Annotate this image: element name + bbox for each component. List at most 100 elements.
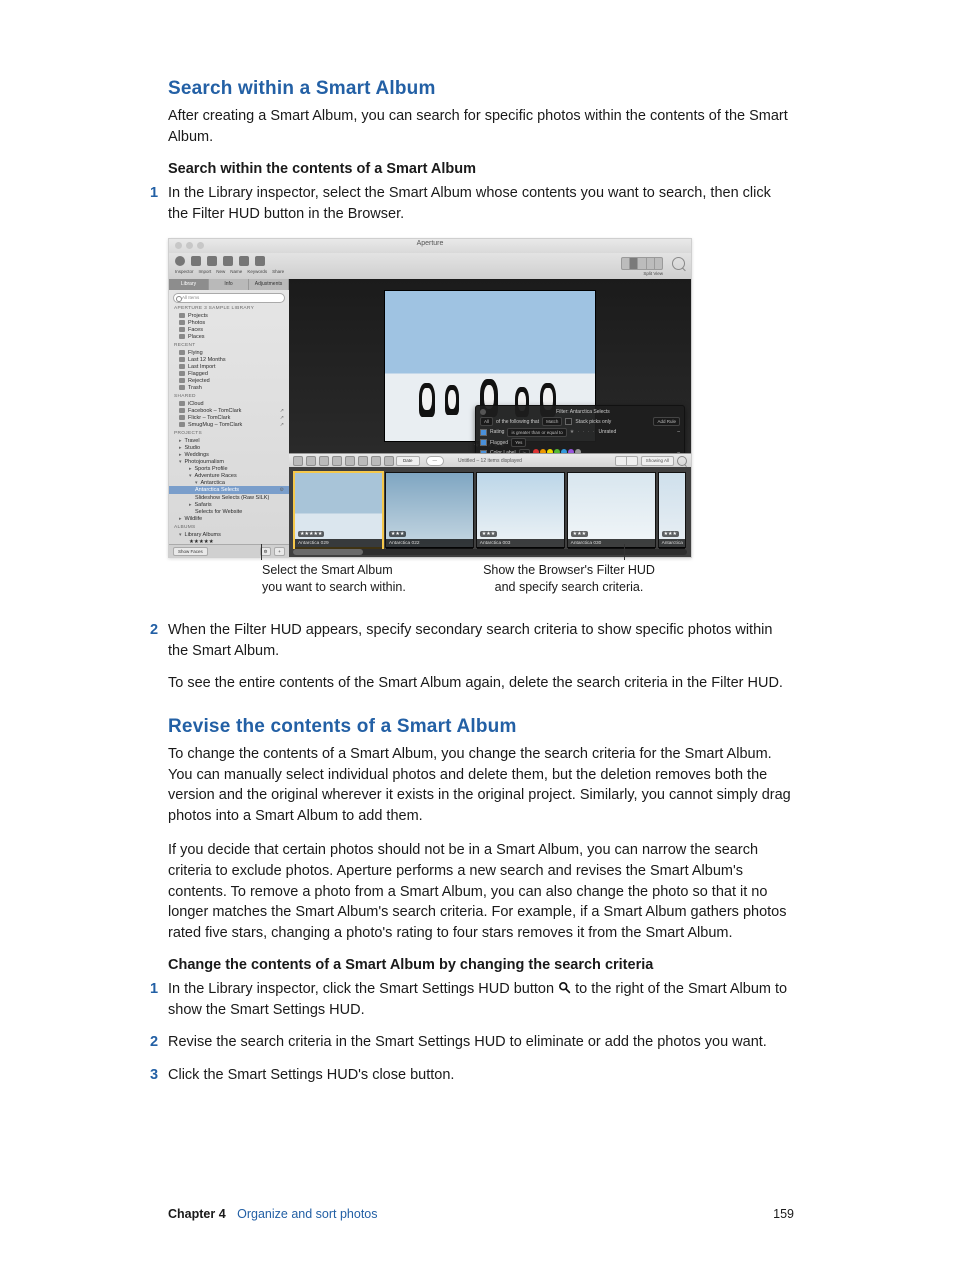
item-faces[interactable]: Faces [169, 326, 289, 333]
step-text: Click the Smart Settings HUD's close but… [168, 1067, 454, 1083]
name-icon[interactable] [223, 256, 233, 266]
share-badge-icon: ↗ [280, 415, 284, 421]
item-antarctica[interactable]: ▾Antarctica [169, 479, 289, 486]
thumbnail[interactable]: ★★★Antarctica 030 [568, 473, 655, 547]
sidebar-search[interactable]: All Items [173, 293, 285, 303]
import-icon[interactable] [191, 256, 201, 266]
item-trash[interactable]: Trash [169, 384, 289, 391]
steps-list: 1 In the Library inspector, click the Sm… [168, 979, 794, 1085]
show-faces-button[interactable]: Show Faces [173, 547, 208, 556]
hud-close-icon[interactable] [480, 409, 486, 415]
item-icloud[interactable]: iCloud [169, 400, 289, 407]
page-footer: Chapter 4 Organize and sort photos 159 [168, 1207, 794, 1221]
tool-icon[interactable] [319, 456, 329, 466]
tool-icon[interactable] [293, 456, 303, 466]
disclosure-icon: ▾ [189, 473, 192, 479]
thumbnail[interactable]: ★★★Antarctica 022 [386, 473, 473, 547]
thumbnail[interactable]: ★★★Antarctica 007 [659, 473, 685, 547]
thumb-caption: Antarctica 022 [386, 539, 473, 549]
step-text-a: In the Library inspector, click the Smar… [168, 981, 558, 997]
inspector-icon[interactable] [175, 256, 185, 266]
thumbnail[interactable]: ★★★Antarctica 003 [477, 473, 564, 547]
item-website[interactable]: Selects for Website [169, 508, 289, 515]
add-icon[interactable]: + [274, 547, 285, 556]
section-title: Revise the contents of a Smart Album [168, 716, 794, 738]
para: To change the contents of a Smart Album,… [168, 744, 794, 826]
item-rejected[interactable]: Rejected [169, 377, 289, 384]
match-mode-dropdown[interactable]: Match [542, 417, 562, 426]
item-flagged[interactable]: Flagged [169, 370, 289, 377]
app-title: Aperture [169, 240, 691, 247]
item-flickr[interactable]: Flickr – TomClark↗ [169, 414, 289, 421]
disclosure-icon: ▸ [179, 438, 182, 444]
chapter-label: Chapter 4 [168, 1207, 226, 1221]
tool-icon[interactable] [371, 456, 381, 466]
smart-settings-icon[interactable]: ⚙ [280, 487, 284, 493]
showing-dropdown[interactable]: Showing All [641, 456, 674, 466]
tool-icon[interactable] [358, 456, 368, 466]
step-text: When the Filter HUD appears, specify sec… [168, 622, 772, 659]
loupe-icon[interactable] [672, 257, 685, 270]
match-dropdown[interactable]: All [480, 417, 493, 426]
tab-info[interactable]: Info [209, 279, 249, 290]
remove-row-icon[interactable]: – [677, 429, 680, 435]
item-wildlife[interactable]: ▸Wildlife [169, 515, 289, 522]
tool-icon[interactable] [332, 456, 342, 466]
page-number: 159 [773, 1207, 794, 1221]
item-lastimport[interactable]: Last Import [169, 363, 289, 370]
item-flying[interactable]: Flying [169, 349, 289, 356]
disclosure-icon: ▾ [195, 480, 198, 486]
browser-tools-left [293, 456, 394, 466]
thumbnail-scrollbar[interactable] [293, 549, 687, 555]
split-view-label: Split View [643, 271, 663, 276]
tool-icon[interactable] [306, 456, 316, 466]
item-travel[interactable]: ▸Travel [169, 437, 289, 444]
item-projects[interactable]: Projects [169, 312, 289, 319]
item-slideshow[interactable]: Slideshow Selects (Raw SILK) [169, 494, 289, 501]
share-icon[interactable] [255, 256, 265, 266]
flagged-dropdown[interactable]: Yes [511, 438, 526, 447]
item-weddings[interactable]: ▸Weddings [169, 451, 289, 458]
tool-icon[interactable] [345, 456, 355, 466]
sort-dropdown[interactable]: Date [396, 456, 420, 466]
share-badge-icon: ↗ [280, 408, 284, 414]
scrollbar-thumb[interactable] [293, 549, 363, 555]
item-last12[interactable]: Last 12 Months [169, 356, 289, 363]
main-area: ★★★★★ Filter: Antarctica Selects All of … [289, 279, 691, 557]
item-antarctica-selects-selected[interactable]: Antarctica Selects⚙ [169, 486, 289, 494]
tool-icon[interactable] [384, 456, 394, 466]
tab-adjustments[interactable]: Adjustments [249, 279, 289, 290]
item-sports[interactable]: ▸Sports Profile [169, 465, 289, 472]
rating-op-dropdown[interactable]: is greater than or equal to [507, 428, 566, 437]
disclosure-icon: ▸ [179, 516, 182, 522]
figure-wrap: Aperture Inspector Import New [168, 238, 794, 606]
browser-view-segment[interactable] [615, 456, 638, 466]
rating-checkbox[interactable] [480, 429, 487, 436]
tab-library[interactable]: Library [169, 279, 209, 290]
filter-hud-button-icon[interactable] [677, 456, 687, 466]
zoom-slider[interactable]: — [426, 456, 445, 466]
thumb-rating: ★★★ [571, 531, 588, 537]
section-intro: After creating a Smart Album, you can se… [168, 106, 794, 147]
new-icon[interactable] [207, 256, 217, 266]
item-places[interactable]: Places [169, 333, 289, 340]
item-smugmug[interactable]: SmugMug – TomClark↗ [169, 421, 289, 428]
disclosure-icon: ▾ [179, 532, 182, 538]
thumbnail[interactable]: ★★★★★Antarctica 029 [295, 473, 382, 547]
item-safaris[interactable]: ▸Safaris [169, 501, 289, 508]
view-mode-segment[interactable] [621, 257, 663, 270]
rating-stars-control[interactable]: ★ · · · · [570, 429, 596, 435]
item-facebook[interactable]: Facebook – TomClark↗ [169, 407, 289, 414]
lbl-import: Import [199, 269, 212, 274]
step-2: 2 When the Filter HUD appears, specify s… [168, 620, 794, 694]
steps-list: 1 In the Library inspector, select the S… [168, 183, 794, 224]
stack-picks-checkbox[interactable] [565, 418, 572, 425]
item-pj[interactable]: ▾Photojournalism [169, 458, 289, 465]
item-photos[interactable]: Photos [169, 319, 289, 326]
item-adv[interactable]: ▾Adventure Races [169, 472, 289, 479]
item-studio[interactable]: ▸Studio [169, 444, 289, 451]
add-rule-dropdown[interactable]: Add Rule [653, 417, 680, 426]
keywords-icon[interactable] [239, 256, 249, 266]
flagged-checkbox[interactable] [480, 439, 487, 446]
item-libalbums[interactable]: ▾Library Albums [169, 531, 289, 538]
